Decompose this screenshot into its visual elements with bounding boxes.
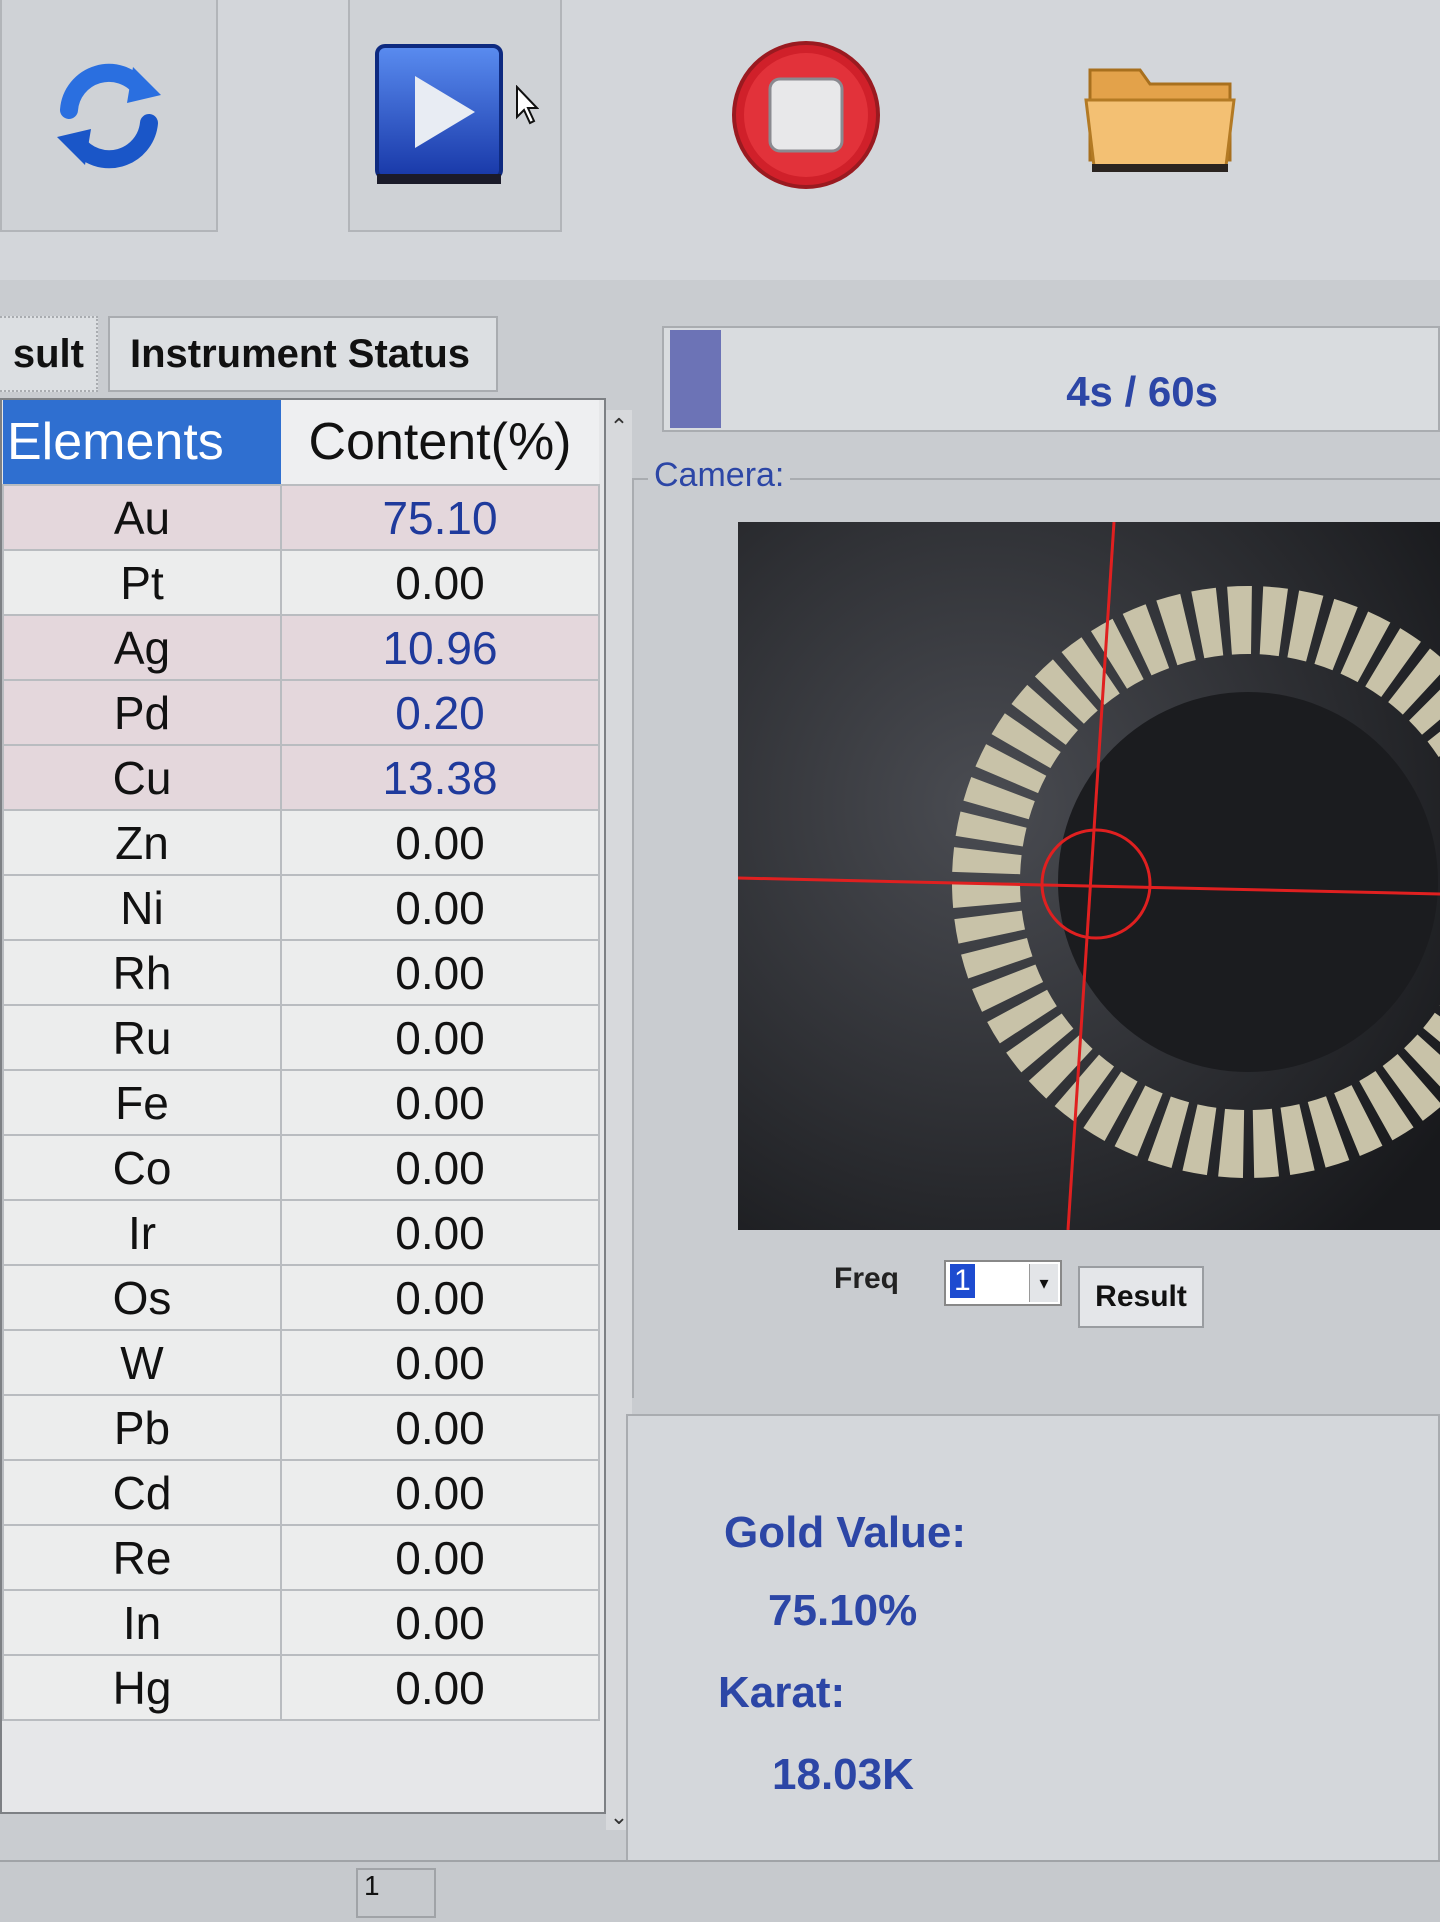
element-cell: W — [2, 1329, 282, 1396]
table-row[interactable]: Pb 0.00 — [2, 1394, 600, 1461]
table-row[interactable]: Ru 0.00 — [2, 1004, 600, 1071]
content-cell: 75.10 — [280, 484, 600, 551]
karat-label: Karat: — [718, 1668, 846, 1717]
status-bar: 1 — [0, 1860, 1440, 1922]
page-number: 1 — [356, 1868, 436, 1918]
gold-value: 75.10% — [768, 1586, 918, 1635]
element-cell: Ir — [2, 1199, 282, 1266]
content-cell: 13.38 — [280, 744, 600, 811]
cursor-icon — [516, 85, 539, 125]
content-cell: 0.00 — [280, 1004, 600, 1071]
open-folder-button[interactable] — [1040, 0, 1280, 232]
camera-image — [738, 522, 1440, 1230]
content-cell: 0.00 — [280, 1459, 600, 1526]
table-row[interactable]: Pd 0.20 — [2, 679, 600, 746]
element-cell: Hg — [2, 1654, 282, 1721]
table-row[interactable]: Os 0.00 — [2, 1264, 600, 1331]
content-cell: 0.00 — [280, 874, 600, 941]
result-button[interactable]: Result — [1078, 1266, 1204, 1328]
tab-result[interactable]: sult — [0, 316, 98, 392]
content-cell: 0.00 — [280, 809, 600, 876]
folder-open-icon — [1084, 68, 1236, 172]
camera-label: Camera: — [648, 456, 791, 495]
table-row[interactable]: W 0.00 — [2, 1329, 600, 1396]
element-cell: Cu — [2, 744, 282, 811]
content-cell: 0.00 — [280, 1264, 600, 1331]
table-row[interactable]: Cd 0.00 — [2, 1459, 600, 1526]
stop-icon — [732, 41, 880, 189]
table-row[interactable]: Au 75.10 — [2, 484, 600, 551]
element-cell: Rh — [2, 939, 282, 1006]
element-cell: Fe — [2, 1069, 282, 1136]
table-row[interactable]: Hg 0.00 — [2, 1654, 600, 1721]
element-cell: Pt — [2, 549, 282, 616]
measurement-progress: 4s / 60s — [662, 326, 1440, 432]
element-cell: Co — [2, 1134, 282, 1201]
gold-value-panel: Gold Value: 75.10% Karat: 18.03K — [626, 1414, 1440, 1894]
stop-button[interactable] — [690, 0, 922, 232]
table-row[interactable]: Ir 0.00 — [2, 1199, 600, 1266]
elements-table: Elements Content(%) Au 75.10 Pt 0.00 Ag 10.96… — [0, 398, 606, 1814]
content-cell: 0.00 — [280, 1524, 600, 1591]
table-row[interactable]: Rh 0.00 — [2, 939, 600, 1006]
element-cell: Os — [2, 1264, 282, 1331]
table-row[interactable]: Co 0.00 — [2, 1134, 600, 1201]
table-row[interactable]: In 0.00 — [2, 1589, 600, 1656]
table-row[interactable]: Pt 0.00 — [2, 549, 600, 616]
content-cell: 0.00 — [280, 1134, 600, 1201]
refresh-icon — [57, 63, 161, 169]
content-cell: 0.00 — [280, 1654, 600, 1721]
scroll-up-icon[interactable]: ⌃ — [606, 414, 632, 440]
content-cell: 0.00 — [280, 1069, 600, 1136]
content-cell: 0.00 — [280, 939, 600, 1006]
chevron-down-icon[interactable]: ▾ — [1029, 1264, 1058, 1302]
element-cell: Pb — [2, 1394, 282, 1461]
element-cell: Ru — [2, 1004, 282, 1071]
tab-instrument-status[interactable]: Instrument Status — [108, 316, 498, 392]
play-button[interactable] — [348, 0, 562, 232]
content-cell: 0.00 — [280, 549, 600, 616]
freq-value: 1 — [950, 1264, 975, 1298]
table-row[interactable]: Re 0.00 — [2, 1524, 600, 1591]
progress-fill — [670, 330, 721, 428]
content-cell: 0.20 — [280, 679, 600, 746]
element-cell: Ag — [2, 614, 282, 681]
column-header-elements[interactable]: Elements — [3, 400, 281, 485]
freq-label: Freq — [834, 1262, 900, 1295]
element-cell: Re — [2, 1524, 282, 1591]
column-header-content[interactable]: Content(%) — [281, 400, 599, 485]
element-cell: In — [2, 1589, 282, 1656]
camera-feed — [738, 522, 1440, 1230]
element-cell: Au — [2, 484, 282, 551]
refresh-button[interactable] — [0, 0, 218, 232]
element-cell: Cd — [2, 1459, 282, 1526]
table-row[interactable]: Ag 10.96 — [2, 614, 600, 681]
content-cell: 0.00 — [280, 1329, 600, 1396]
table-row[interactable]: Cu 13.38 — [2, 744, 600, 811]
play-icon — [375, 44, 503, 184]
toolbar — [0, 0, 1440, 280]
gold-value-label: Gold Value: — [724, 1508, 967, 1557]
table-row[interactable]: Ni 0.00 — [2, 874, 600, 941]
table-body: Au 75.10 Pt 0.00 Ag 10.96 Pd 0.20 Cu 13.38 Zn 0.00 N… — [2, 484, 600, 1721]
content-cell: 10.96 — [280, 614, 600, 681]
table-row[interactable]: Zn 0.00 — [2, 809, 600, 876]
element-cell: Ni — [2, 874, 282, 941]
content-cell: 0.00 — [280, 1589, 600, 1656]
element-cell: Pd — [2, 679, 282, 746]
freq-select[interactable]: 1 ▾ — [944, 1260, 1062, 1306]
table-row[interactable]: Fe 0.00 — [2, 1069, 600, 1136]
element-cell: Zn — [2, 809, 282, 876]
content-cell: 0.00 — [280, 1199, 600, 1266]
progress-time-text: 4s / 60s — [1066, 368, 1218, 415]
content-cell: 0.00 — [280, 1394, 600, 1461]
karat-value: 18.03K — [772, 1750, 914, 1799]
